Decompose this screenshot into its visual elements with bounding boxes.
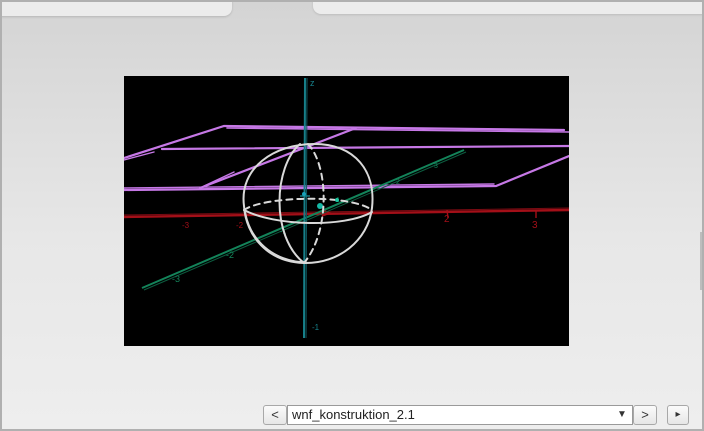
marker-point-2	[302, 192, 306, 196]
top-panel-right	[313, 2, 702, 14]
marker-point-1	[335, 198, 339, 202]
x-axis-label-neg3: -3	[182, 221, 190, 230]
plane-diagonal-2	[203, 171, 235, 187]
y-axis-label-pos3: 3	[434, 163, 438, 170]
top-panel-left	[2, 2, 232, 16]
z-axis: z -1	[300, 77, 320, 339]
x-axis: -3 -2 2 3	[124, 207, 569, 231]
viewer-window: -3 -2 2 3 -3 -2 -1 1 2 3	[0, 0, 704, 431]
x-axis-label-pos2: 2	[444, 214, 450, 225]
y-axis-line	[141, 149, 465, 289]
y-axis-label-pos2: 2	[396, 179, 400, 186]
z-axis-line	[303, 77, 306, 339]
chevron-down-icon: ▼	[617, 409, 627, 420]
plane-mid-line	[160, 144, 569, 151]
y-axis-label-neg3: -3	[172, 274, 180, 284]
play-button[interactable]: ▸	[667, 405, 689, 425]
slide-select[interactable]: wnf_konstruktion_2.1 ▼	[287, 405, 633, 425]
scrollbar-hint	[700, 232, 702, 290]
sphere-sketch	[242, 142, 374, 265]
x-axis-tick-2	[446, 209, 449, 219]
previous-button[interactable]: <	[263, 405, 287, 425]
z-axis-label-bottom: -1	[312, 323, 320, 332]
x-axis-label-pos3: 3	[532, 220, 538, 231]
slide-select-value: wnf_konstruktion_2.1	[292, 407, 415, 422]
plane-sketch	[124, 124, 569, 192]
sphere-outline-2	[244, 208, 307, 263]
drawing-canvas[interactable]: -3 -2 2 3 -3 -2 -1 1 2 3	[124, 76, 569, 346]
y-axis-label-neg2: -2	[226, 250, 234, 260]
plane-diagonal	[198, 126, 358, 190]
x-axis-label-neg2: -2	[236, 221, 244, 230]
sphere-meridian-front	[278, 143, 305, 264]
next-button[interactable]: >	[633, 405, 657, 425]
sketch-svg: -3 -2 2 3 -3 -2 -1 1 2 3	[124, 77, 569, 339]
origin-point	[317, 203, 323, 209]
z-axis-label-top: z	[310, 78, 315, 88]
z-axis-line-2	[305, 77, 308, 339]
